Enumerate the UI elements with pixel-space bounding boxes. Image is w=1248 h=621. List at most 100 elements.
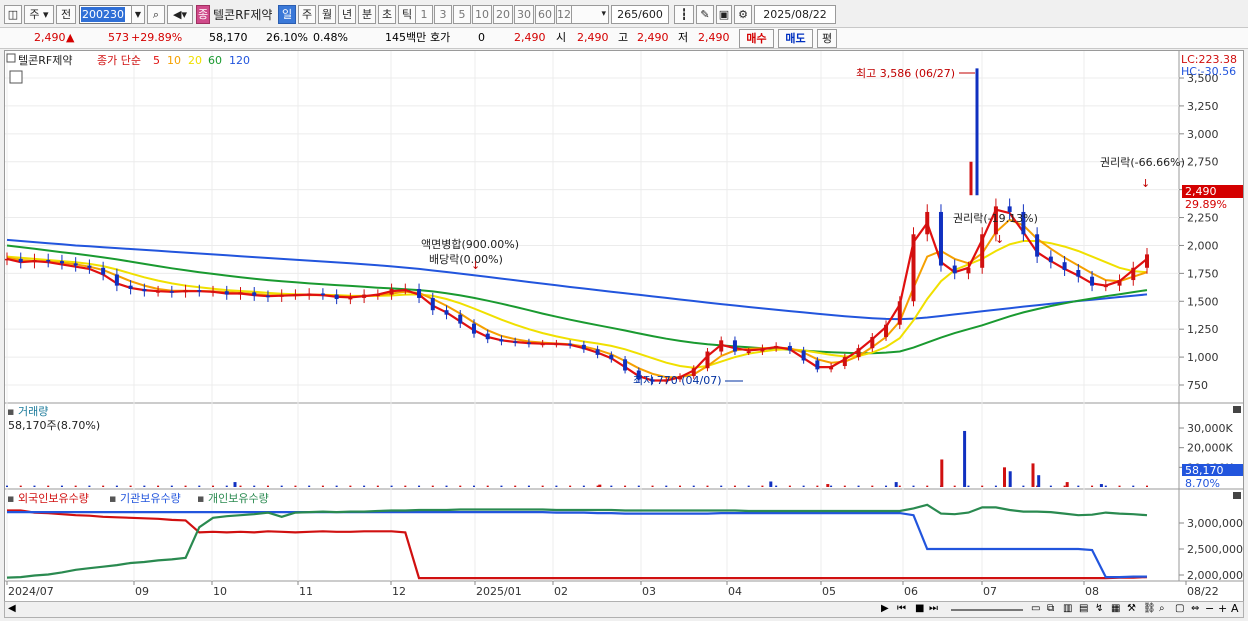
buy-button[interactable]: 매수 [739, 29, 774, 48]
interval-button-60[interactable]: 60 [535, 5, 555, 24]
candle-body [142, 288, 147, 292]
volume-bar [802, 485, 805, 487]
interval-button-1[interactable]: 1 [415, 5, 433, 24]
period-button-6[interactable]: 틱 [398, 5, 416, 24]
period-button-5[interactable]: 초 [378, 5, 396, 24]
stop-icon[interactable]: ■ [915, 603, 924, 614]
price-tick-label: 1,750 [1187, 267, 1219, 280]
holding-panel-close-icon[interactable] [1233, 492, 1241, 499]
scroll-right-icon[interactable]: ▶ [881, 603, 889, 614]
stock-chart[interactable]: 3,5003,2503,0002,7502,5002,2502,0001,750… [5, 51, 1243, 601]
layout-icon[interactable]: ▭ [1031, 603, 1040, 614]
period-button-1[interactable]: 주 [298, 5, 316, 24]
volume-current-rate: 8.70% [1185, 477, 1220, 490]
volume-bar [225, 485, 228, 487]
period-button-0[interactable]: 일 [278, 5, 296, 24]
candle-icon[interactable]: ┇ [674, 5, 694, 24]
copy-icon[interactable]: ⧉ [1047, 603, 1054, 614]
font-icon[interactable]: A [1231, 602, 1239, 615]
evaluate-button[interactable]: 평 [817, 29, 837, 48]
candle-body [568, 343, 573, 346]
volume-value: 58,170 [209, 31, 248, 44]
code-dropdown-icon[interactable]: ▼ [131, 5, 145, 24]
price-tick-label: 2,750 [1187, 156, 1219, 169]
volume-bar [761, 485, 764, 487]
interval-button-3[interactable]: 3 [434, 5, 452, 24]
split-icon[interactable]: ▥ [1063, 603, 1072, 614]
interval-button-20[interactable]: 20 [493, 5, 513, 24]
window-menu-icon[interactable]: ◫ [4, 5, 22, 24]
volume-bar [170, 485, 173, 487]
volume-bar [321, 485, 324, 487]
volume-panel-close-icon[interactable] [1233, 406, 1241, 413]
count-input[interactable]: 265/600 [611, 5, 669, 24]
volume-bar [157, 485, 160, 487]
date-input[interactable]: 2025/08/22 [754, 5, 836, 24]
legend-ma5: 5 [153, 54, 160, 67]
price-tick-label: 2,000 [1187, 239, 1219, 252]
candle-body [101, 267, 106, 275]
candle-body [279, 294, 284, 297]
sell-button[interactable]: 매도 [778, 29, 813, 48]
hoga-label: 호가 [430, 31, 451, 44]
speaker-icon[interactable]: ◀▾ [167, 5, 193, 24]
fast-forward-icon[interactable]: ⏭ [929, 603, 938, 614]
zoom-slider[interactable] [951, 609, 1023, 611]
volume-bar [981, 485, 984, 487]
volume-spike-bar [963, 430, 967, 487]
scroll-left-icon[interactable]: ◀ [8, 603, 16, 614]
split-annotation: 액면병합(900.00%) [421, 238, 519, 251]
market-type-select[interactable]: 주 ▾ [24, 5, 54, 24]
volume-bar [74, 485, 77, 487]
volume-bar [953, 485, 956, 487]
period-button-3[interactable]: 년 [338, 5, 356, 24]
candle-body [719, 340, 724, 352]
interval-button-10[interactable]: 10 [472, 5, 492, 24]
chart-area[interactable]: 3,5003,2503,0002,7502,5002,2502,0001,750… [4, 50, 1244, 602]
high-label: 고 [618, 31, 629, 44]
price-tick-label: 1,000 [1187, 351, 1219, 364]
candle-body [32, 259, 37, 263]
table-icon[interactable] [9, 70, 23, 84]
volume-bar [60, 485, 63, 487]
holding-panel-marker: ▪ [7, 492, 14, 505]
volume-bar [1104, 485, 1107, 487]
volume-bar [308, 485, 311, 487]
resize-icon[interactable]: ⇔ [1191, 603, 1199, 614]
low-label: 저 [678, 31, 689, 44]
volume-bar [486, 485, 489, 487]
volume-bar [857, 485, 860, 487]
window-icon[interactable]: ▢ [1175, 603, 1184, 614]
grid-icon[interactable]: ▦ [1111, 603, 1120, 614]
draw-tool-icon[interactable]: ✎ [696, 5, 714, 24]
prev-button[interactable]: 전 [56, 5, 76, 24]
low-annotation: 최저 770 (04/07) [633, 374, 722, 387]
volume-bar [184, 485, 187, 487]
indicator-icon[interactable]: ↯ [1095, 603, 1103, 614]
period-button-4[interactable]: 분 [358, 5, 376, 24]
holding-marker-2: ▪ [109, 492, 116, 505]
interval-dropdown[interactable]: ▾ [571, 5, 609, 24]
candle-body [540, 343, 545, 346]
zoom-out-icon[interactable]: − [1205, 602, 1214, 615]
x-tick-label: 03 [642, 585, 656, 598]
candle-body [499, 339, 504, 342]
gear-icon[interactable]: ⚙ [734, 5, 752, 24]
candle-body [485, 333, 490, 340]
chart-icon[interactable]: ▤ [1079, 603, 1088, 614]
tool-icon[interactable]: ⚒ [1127, 603, 1136, 614]
volume-spike-bar [1099, 484, 1103, 487]
search-icon[interactable]: ⌕ [147, 5, 165, 24]
save-icon[interactable]: ▣ [716, 5, 732, 24]
zoom-in-icon[interactable]: + [1218, 602, 1227, 615]
link-icon[interactable]: ⛓ [1143, 603, 1156, 614]
x-tick-label: 05 [822, 585, 836, 598]
rewind-icon[interactable]: ⏮ [897, 603, 906, 614]
volume-bar [500, 485, 503, 487]
interval-button-30[interactable]: 30 [514, 5, 534, 24]
interval-button-5[interactable]: 5 [453, 5, 471, 24]
magnifier-icon[interactable]: ⌕ [1159, 603, 1165, 614]
candle-body [952, 265, 957, 274]
chart-scrollbar[interactable]: ◀ ▶ ⏮ ■ ⏭ ▭ ⧉ ▥ ▤ ↯ ▦ ⚒ ⛓ ⌕ ▢ ⇔ − + A [4, 601, 1244, 618]
period-button-2[interactable]: 월 [318, 5, 336, 24]
